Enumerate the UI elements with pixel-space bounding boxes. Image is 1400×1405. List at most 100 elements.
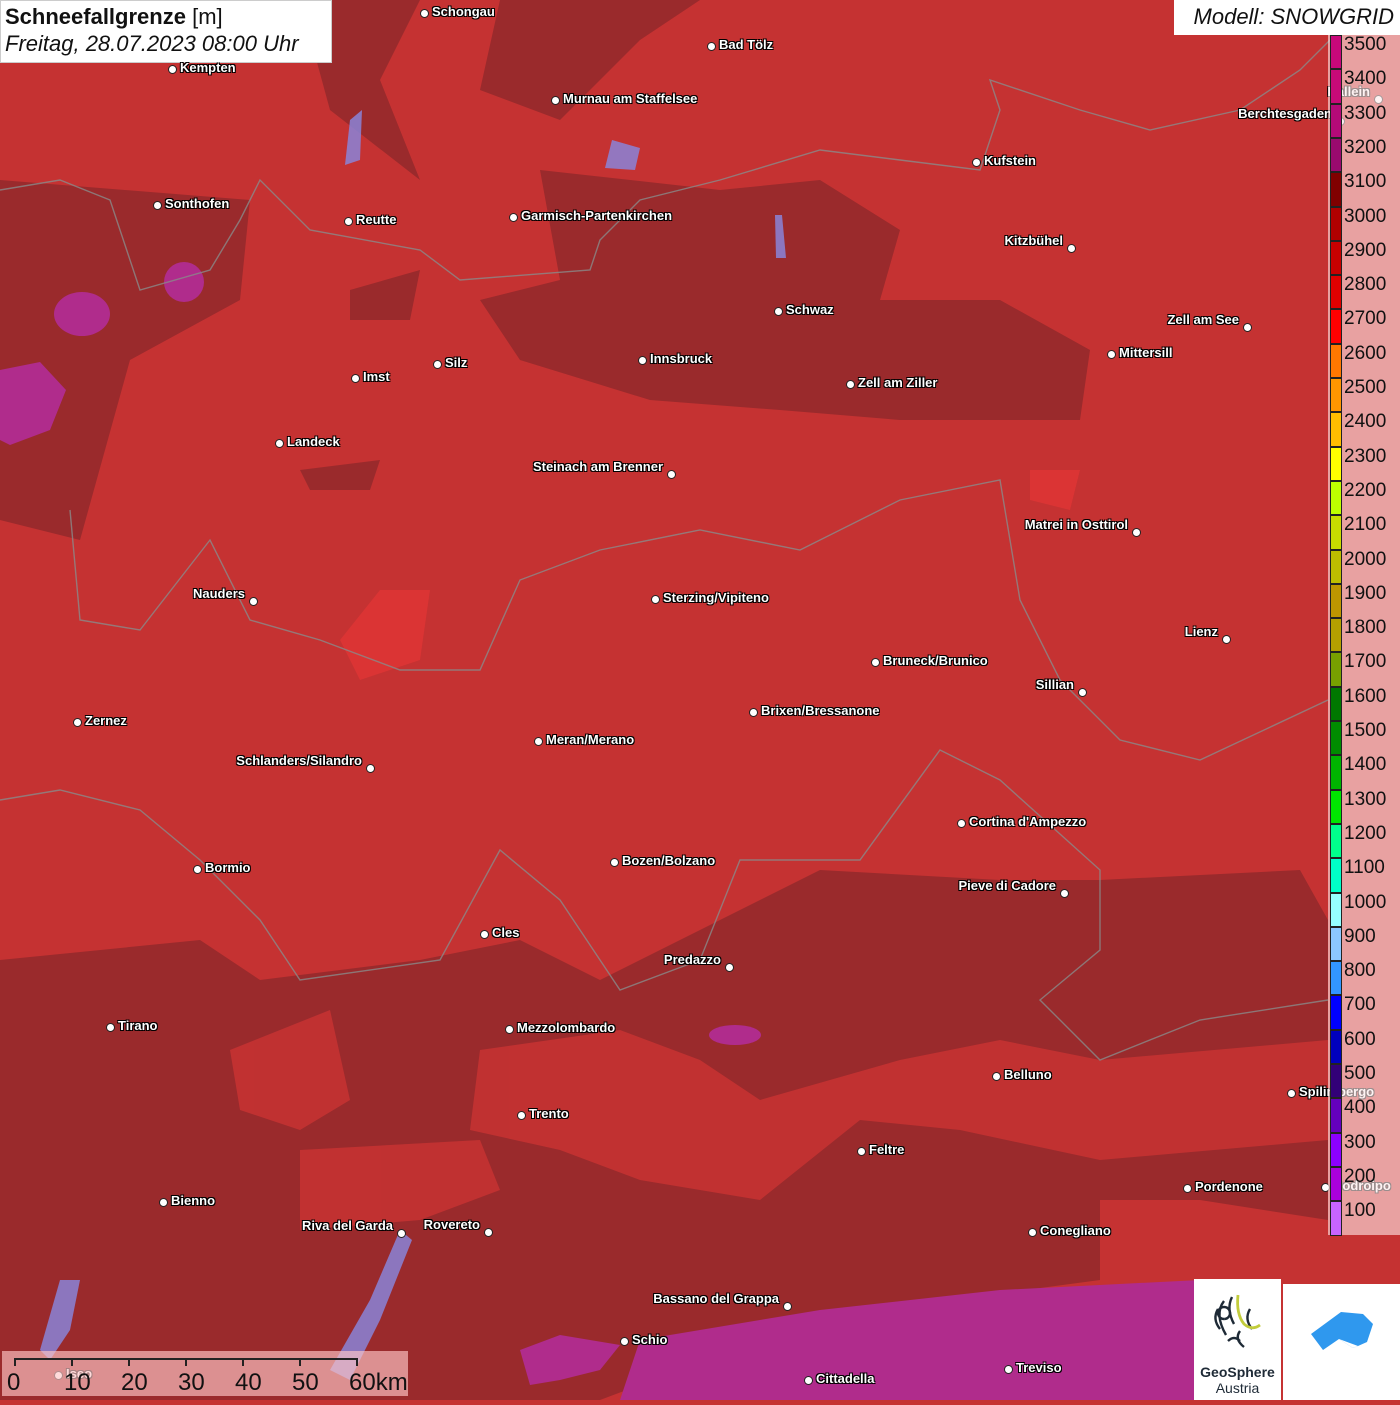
city-marker [397,1229,406,1238]
legend-swatch [1330,240,1342,276]
city-label: Predazzo [663,952,721,967]
city-marker [505,1025,514,1034]
city-label: Treviso [1016,1360,1062,1375]
city-label: Zell am Ziller [858,375,938,390]
city-label: Mittersill [1119,345,1173,360]
city-marker [804,1376,813,1385]
city-label: Tirano [118,1018,158,1033]
city-marker [725,963,734,972]
legend-swatch [1330,343,1342,379]
legend-swatch [1330,995,1342,1030]
scale-label: 30 [178,1369,205,1396]
legend-swatch [1330,275,1342,310]
map-title-box: Schneefallgrenze [m] Freitag, 28.07.2023… [0,0,332,63]
city-label: Rovereto [423,1217,480,1232]
legend-swatch [1330,1029,1342,1065]
city-marker [73,718,82,727]
legend-label: 3000 [1344,205,1387,227]
legend-swatch [1330,549,1342,584]
legend-swatch [1330,103,1342,138]
map-datetime: Freitag, 28.07.2023 08:00 Uhr [5,31,299,56]
city-label: Lienz [1184,624,1218,639]
model-label: Modell: SNOWGRID [1174,0,1400,35]
geosphere-emblem-icon [1214,1294,1261,1348]
scale-tick [299,1358,301,1366]
city-marker [168,65,177,74]
legend-label: 500 [1344,1063,1376,1084]
city-label: Reutte [356,212,397,227]
scale-tick [185,1358,187,1366]
city-marker [249,597,258,606]
legend-swatch [1330,892,1342,927]
legend-label: 1900 [1344,582,1387,604]
legend-swatch [1330,583,1342,619]
city-label: Steinach am Brenner [532,459,663,474]
city-label: Kitzbühel [1004,233,1064,248]
city-marker [551,96,560,105]
city-label: Berchtesgaden [1238,106,1332,121]
city-marker [1004,1365,1013,1374]
legend-swatch [1330,823,1342,859]
legend-swatch [1330,35,1342,70]
legend-label: 1000 [1344,891,1387,913]
legend-swatch [1330,652,1342,687]
legend-label: 300 [1344,1131,1376,1153]
scale-tick [356,1358,358,1366]
legend-label: 1100 [1344,857,1385,879]
scale-tick [71,1358,73,1366]
legend-label: 1600 [1344,685,1387,707]
city-marker [193,865,202,874]
legend-label: 2700 [1344,308,1387,330]
legend-label: 2200 [1344,479,1387,501]
legend-swatch [1330,1166,1342,1202]
city-marker [153,201,162,210]
city-label: Kufstein [984,153,1036,168]
legend-label: 3400 [1344,68,1387,90]
scale-bar: 0 10 20 30 40 50 60km [2,1351,408,1396]
city-label: Matrei in Osttirol [1024,517,1128,532]
city-marker [707,42,716,51]
city-marker [534,737,543,746]
city-label: Murnau am Staffelsee [563,91,698,106]
city-label: Imst [363,369,390,384]
city-label: Bormio [205,860,251,875]
legend-label: 2900 [1344,239,1387,261]
city-label: Sterzing/Vipiteno [663,590,769,605]
city-marker [638,356,647,365]
scale-tick [242,1358,244,1366]
city-label: Belluno [1004,1067,1052,1082]
legend-swatch [1330,721,1342,756]
legend-swatch [1330,618,1342,653]
city-marker [1287,1089,1296,1098]
legend-label: 2300 [1344,445,1387,467]
legend-label: 2000 [1344,548,1387,570]
legend-label: 1800 [1344,617,1387,639]
legend-label: 400 [1344,1097,1376,1119]
city-label: Pieve di Cadore [958,878,1056,893]
city-marker [871,658,880,667]
city-marker [846,380,855,389]
city-marker [159,1198,168,1207]
city-label: Sonthofen [165,196,230,211]
legend-swatch [1330,1098,1342,1133]
city-marker [749,708,758,717]
legend-swatch [1330,172,1342,207]
legend-label: 2500 [1344,377,1387,398]
legend-swatch [1330,1132,1342,1167]
legend-swatch [1330,69,1342,104]
legend-swatch [1330,412,1342,447]
legend-swatch [1330,515,1342,550]
city-marker [1067,244,1076,253]
legend-label: 1200 [1344,822,1387,844]
legend-label: 2600 [1344,342,1387,364]
legend-swatch [1330,686,1342,722]
city-label: Bruneck/Brunico [883,653,988,668]
snowgrid-logo [1283,1284,1400,1400]
legend-label: 1500 [1344,720,1387,741]
city-label: Bienno [171,1193,216,1208]
scale-label: 10 [64,1369,91,1396]
city-marker [106,1023,115,1032]
legend-swatch [1330,137,1342,173]
city-label: Bad Tölz [719,37,774,52]
city-label: Zell am See [1167,312,1239,327]
